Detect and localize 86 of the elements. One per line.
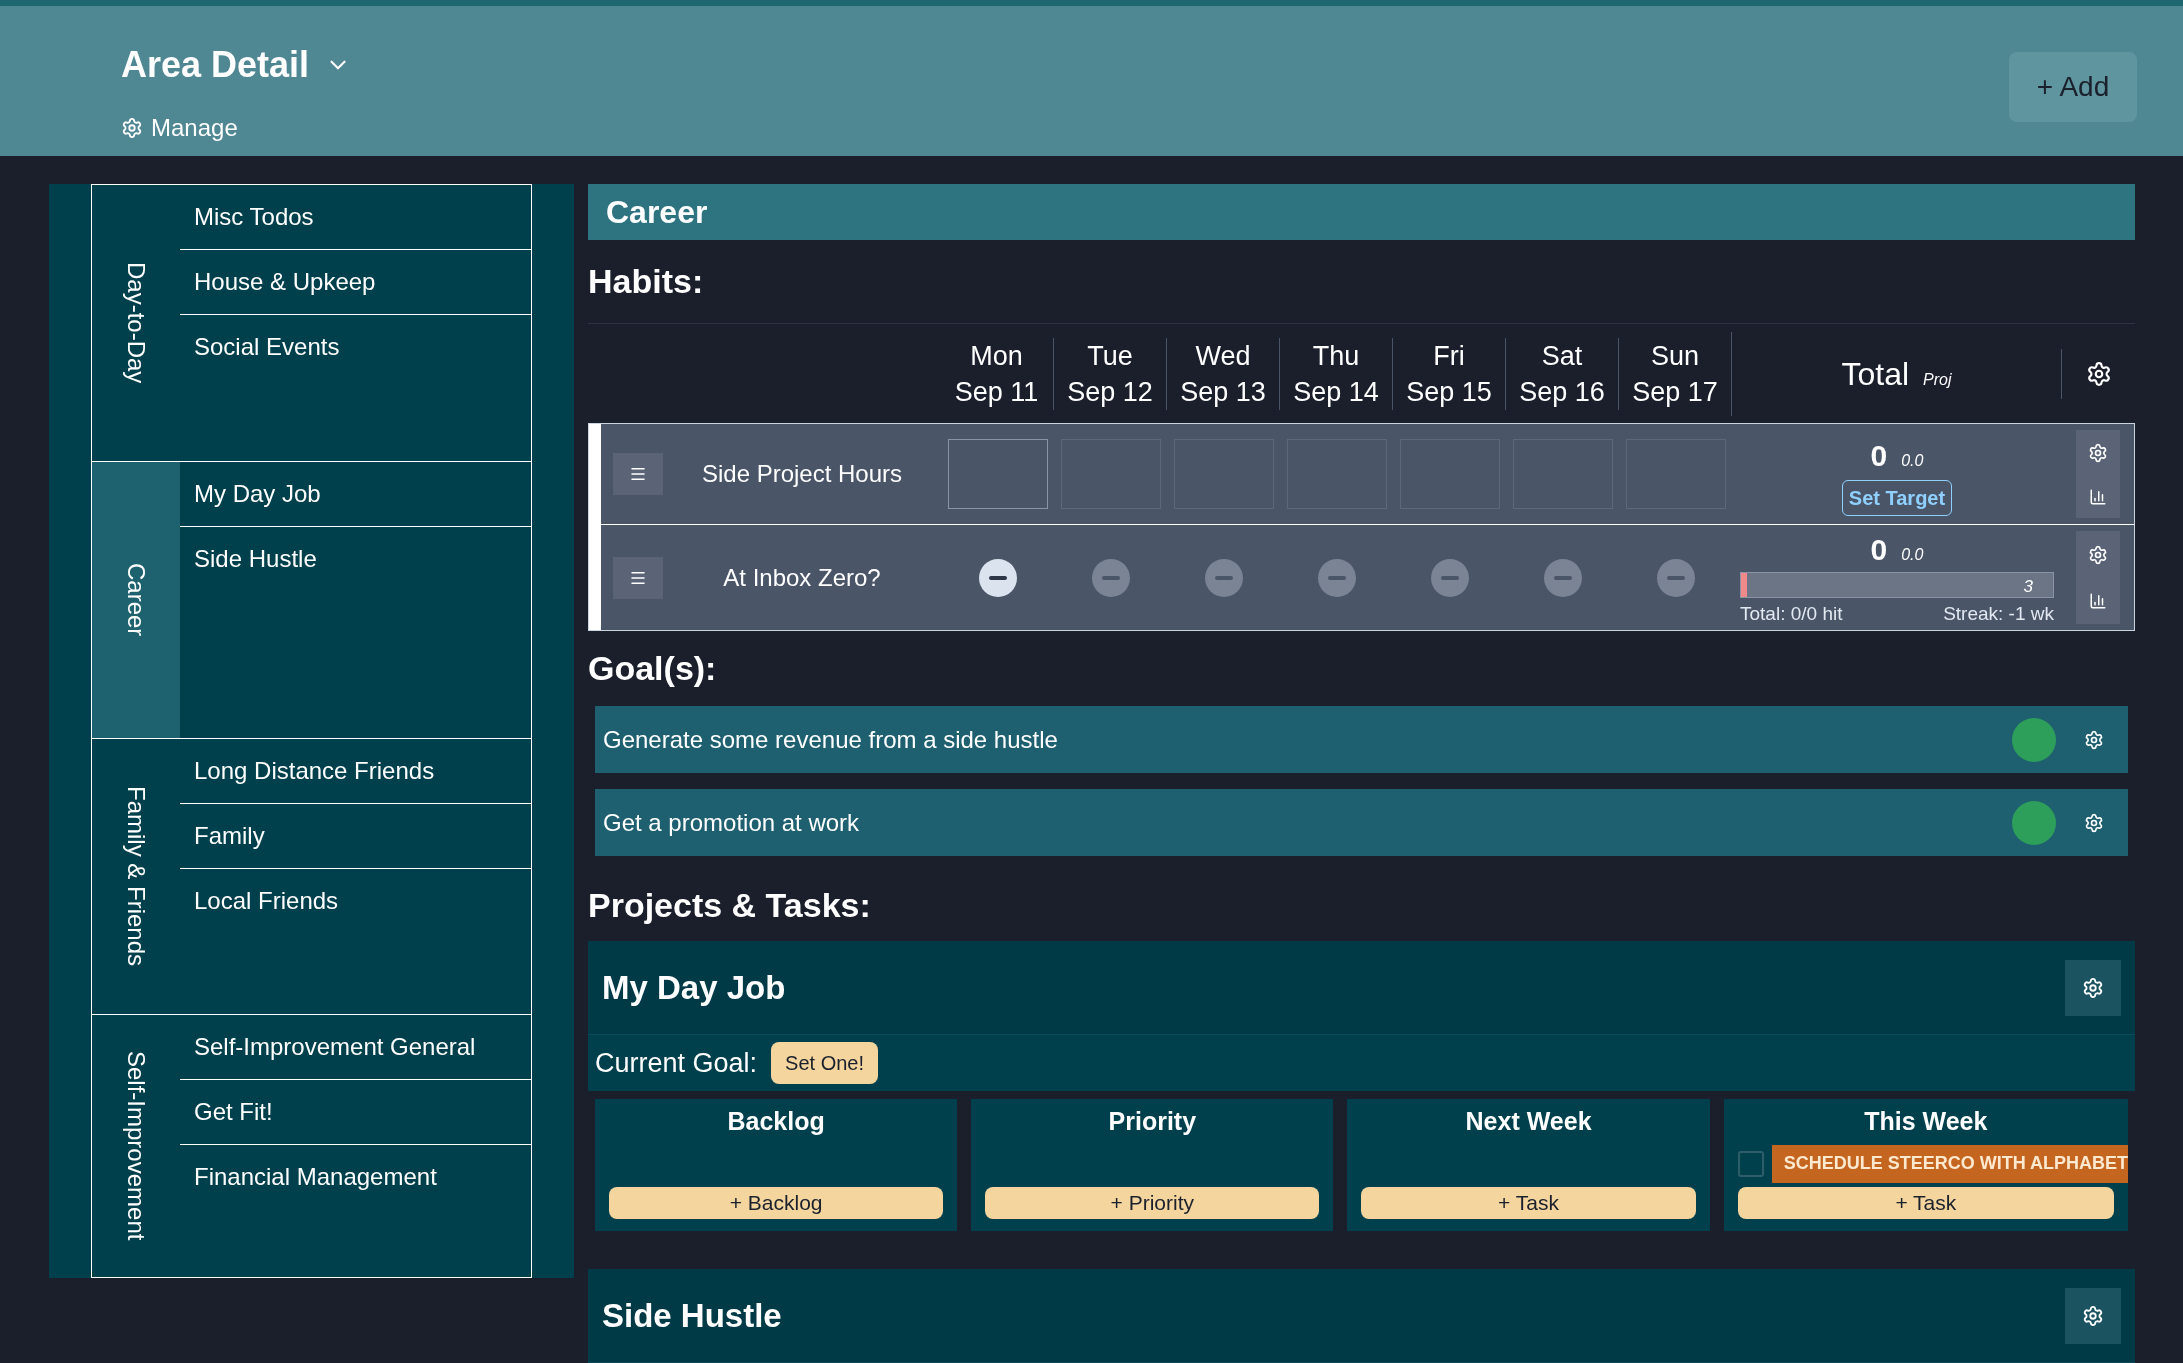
settings-button[interactable] (2065, 1287, 2121, 1344)
day-name: Thu (1312, 339, 1360, 373)
minus-icon (1553, 575, 1572, 580)
habit-total: 0 (1870, 437, 1888, 474)
sidebar-item[interactable]: House & Upkeep (180, 250, 531, 315)
day-date: Sep 16 (1519, 375, 1605, 409)
goal-row[interactable]: Generate some revenue from a side hustle (595, 706, 2128, 773)
sidebar-item[interactable]: Self-Improvement General (180, 1015, 531, 1080)
section-heading: Habits: (588, 261, 705, 302)
day-date: Sep 14 (1293, 375, 1379, 409)
column-title: Backlog (726, 1106, 826, 1137)
habit-name: Side Project Hours (700, 459, 904, 489)
sidebar-item[interactable]: Misc Todos (180, 185, 531, 250)
add-button[interactable]: + Add (2009, 52, 2137, 122)
gear-icon (2082, 1304, 2104, 1327)
project-title: My Day Job (602, 967, 787, 1008)
drag-handle[interactable] (613, 556, 663, 599)
day-name: Fri (1433, 339, 1465, 373)
sidebar-item[interactable]: My Day Job (180, 462, 531, 527)
gear-icon (121, 117, 143, 139)
current-goal-label: Current Goal: (595, 1046, 758, 1080)
gear-icon (2082, 976, 2104, 999)
minus-icon (1666, 575, 1685, 580)
chart-icon[interactable] (2089, 592, 2107, 611)
add-task-button[interactable]: + Priority (985, 1187, 1320, 1219)
habit-total: 0 (1870, 531, 1888, 568)
chart-icon[interactable] (2089, 487, 2107, 506)
task-checkbox[interactable] (1737, 1150, 1764, 1177)
settings-button[interactable] (2065, 959, 2121, 1016)
column-title: This Week (1863, 1106, 1989, 1137)
sidebar-item[interactable]: Long Distance Friends (180, 739, 531, 804)
goal-text: Get a promotion at work (603, 807, 861, 838)
habit-projection: 0.0 (1901, 544, 1924, 565)
section-heading: Goal(s): (588, 648, 718, 689)
area-tab[interactable]: Family & Friends (92, 739, 180, 1014)
add-task-button[interactable]: + Task (1361, 1187, 1696, 1219)
total-heading: Total (1841, 354, 1910, 394)
menu-icon (629, 465, 647, 483)
area-tab[interactable]: Day-to-Day (92, 185, 180, 461)
settings-icon[interactable] (2085, 360, 2112, 387)
minus-icon (1327, 575, 1346, 580)
sidebar-item[interactable]: Side Hustle (180, 527, 531, 591)
day-date: Sep 12 (1067, 375, 1153, 409)
goal-row[interactable]: Get a promotion at work (595, 789, 2128, 856)
sidebar-item[interactable]: Social Events (180, 315, 531, 379)
section-heading: Projects & Tasks: (588, 885, 872, 926)
hit-total: Total: 0/0 hit (1740, 601, 1843, 626)
habit-name: At Inbox Zero? (722, 562, 882, 593)
day-date: Sep 11 (954, 375, 1039, 409)
page-title: Area Detail (121, 43, 310, 87)
minus-icon (988, 575, 1007, 580)
manage-link[interactable]: Manage (121, 110, 352, 146)
day-date: Sep 17 (1632, 375, 1718, 409)
add-task-button[interactable]: + Backlog (609, 1187, 944, 1219)
habit-input[interactable] (947, 439, 1048, 509)
column-title: Priority (1107, 1106, 1198, 1137)
project-title: Side Hustle (602, 1295, 783, 1336)
minus-icon (1214, 575, 1233, 580)
day-name: Sat (1541, 339, 1583, 373)
day-name: Mon (970, 339, 1023, 373)
day-name: Wed (1195, 339, 1251, 373)
set-goal-button[interactable]: Set One! (771, 1042, 878, 1084)
proj-heading: Proj (1923, 369, 1952, 390)
minus-icon (1440, 575, 1459, 580)
day-name: Sun (1650, 339, 1699, 373)
goal-text: Generate some revenue from a side hustle (603, 724, 1059, 755)
sidebar-item[interactable]: Financial Management (180, 1145, 531, 1209)
day-date: Sep 15 (1406, 375, 1492, 409)
habit-projection: 0.0 (1901, 450, 1924, 471)
column-title: Next Week (1464, 1106, 1593, 1137)
day-name: Tue (1087, 339, 1133, 373)
drag-handle[interactable] (613, 453, 663, 495)
set-target-button[interactable]: Set Target (1841, 479, 1953, 516)
settings-icon[interactable] (2084, 729, 2104, 750)
sidebar-item[interactable]: Local Friends (180, 869, 531, 933)
streak-label: Streak: -1 wk (1943, 601, 2054, 626)
area-tab[interactable]: Self-Improvement (92, 1015, 180, 1277)
minus-icon (1101, 575, 1120, 580)
sidebar-item[interactable]: Family (180, 804, 531, 869)
progress-label: 3 (2023, 575, 2033, 598)
area-title: Career (606, 193, 708, 232)
settings-icon[interactable] (2084, 812, 2104, 833)
day-date: Sep 13 (1180, 375, 1266, 409)
sidebar-item[interactable]: Get Fit! (180, 1080, 531, 1145)
area-tab[interactable]: Career (92, 462, 180, 738)
add-task-button[interactable]: + Task (1737, 1187, 2114, 1219)
